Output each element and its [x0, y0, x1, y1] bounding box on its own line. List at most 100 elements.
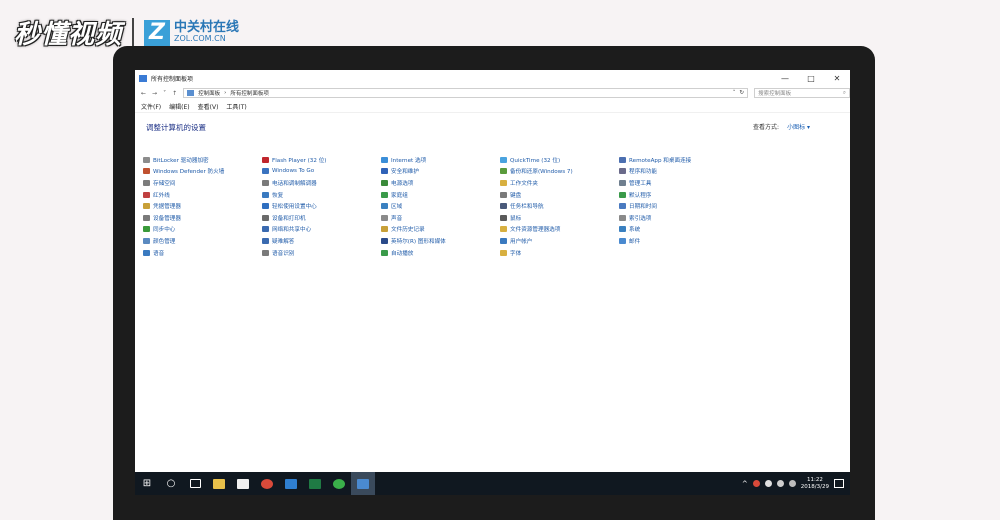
tray-overflow-icon[interactable]: ^: [742, 480, 748, 488]
edge-icon: [285, 478, 297, 489]
volume-icon[interactable]: [776, 480, 784, 487]
control-panel-item[interactable]: 红外线: [143, 189, 262, 201]
address-dropdown-icon[interactable]: ˅: [733, 90, 736, 96]
control-panel-item[interactable]: 设备管理器: [143, 212, 262, 224]
control-panel-item[interactable]: 程序和功能: [619, 166, 738, 178]
control-panel-item[interactable]: Windows Defender 防火墙: [143, 166, 262, 178]
control-panel-item[interactable]: 语音识别: [262, 247, 381, 259]
control-panel-item[interactable]: 备份和还原(Windows 7): [500, 166, 619, 178]
control-panel-item[interactable]: 自动播放: [381, 247, 500, 259]
menu-tools[interactable]: 工具(T): [226, 102, 246, 111]
breadcrumb-all-items[interactable]: 所有控制面板项: [230, 89, 269, 97]
control-panel-item[interactable]: 索引选项: [619, 212, 738, 224]
taskbar-app-edge[interactable]: [279, 472, 303, 495]
breadcrumb-control-panel[interactable]: 控制面板: [198, 89, 220, 97]
start-button[interactable]: ⊞: [135, 472, 159, 495]
control-panel-item[interactable]: 任务栏和导航: [500, 200, 619, 212]
control-panel-item[interactable]: 轻松使用设置中心: [262, 200, 381, 212]
item-label: 恢复: [272, 192, 284, 199]
control-panel-item[interactable]: 同步中心: [143, 224, 262, 236]
refresh-icon[interactable]: ↻: [739, 90, 744, 96]
item-icon: [500, 226, 507, 233]
navigation-bar: ← → ˅ ↑ 控制面板 › 所有控制面板项 ˅ ↻ 搜索控制面板 ⌕: [135, 86, 850, 100]
zol-logo: Z 中关村在线 ZOL.COM.CN: [144, 19, 240, 46]
up-button[interactable]: ↑: [172, 90, 177, 97]
zol-logo-en: ZOL.COM.CN: [174, 34, 226, 44]
item-label: 红外线: [153, 192, 170, 199]
control-panel-item[interactable]: 键盘: [500, 189, 619, 201]
forward-button[interactable]: →: [152, 90, 157, 97]
control-panel-item[interactable]: 颜色管理: [143, 235, 262, 247]
notification-icon[interactable]: [834, 479, 844, 488]
maximize-button[interactable]: □: [798, 74, 824, 83]
taskbar-app-file-explorer[interactable]: [207, 472, 231, 495]
control-panel-item[interactable]: 安全和维护: [381, 166, 500, 178]
control-panel-item[interactable]: QuickTime (32 位): [500, 154, 619, 166]
taskbar-app-task-view[interactable]: [183, 472, 207, 495]
item-icon: [262, 179, 269, 186]
minimize-button[interactable]: —: [772, 74, 798, 83]
control-panel-item[interactable]: Windows To Go: [262, 166, 381, 178]
control-panel-item[interactable]: 用户帐户: [500, 235, 619, 247]
back-button[interactable]: ←: [141, 90, 146, 97]
taskbar-app-excel[interactable]: [303, 472, 327, 495]
tray-app-icon[interactable]: [752, 480, 760, 487]
control-panel-item[interactable]: 疑难解答: [262, 235, 381, 247]
control-panel-item[interactable]: 系统: [619, 224, 738, 236]
zol-logo-cn: 中关村在线: [174, 20, 240, 36]
menu-bar: 文件(F) 编辑(E) 查看(V) 工具(T): [135, 100, 850, 113]
control-panel-item[interactable]: 字体: [500, 247, 619, 259]
clock[interactable]: 11:22 2018/3/29: [801, 477, 829, 491]
taskbar-app-control-panel[interactable]: [351, 472, 375, 495]
control-panel-item[interactable]: 凭据管理器: [143, 200, 262, 212]
menu-edit[interactable]: 编辑(E): [169, 102, 189, 111]
control-panel-item[interactable]: 恢复: [262, 189, 381, 201]
control-panel-item[interactable]: 声音: [381, 212, 500, 224]
control-panel-item[interactable]: 英特尔(R) 图形和媒体: [381, 235, 500, 247]
control-panel-item[interactable]: 工作文件夹: [500, 177, 619, 189]
control-panel-item[interactable]: 设备和打印机: [262, 212, 381, 224]
taskbar-app-sticky-notes[interactable]: [231, 472, 255, 495]
item-icon: [143, 226, 150, 233]
control-panel-item[interactable]: 区域: [381, 200, 500, 212]
zol-logo-icon: Z: [144, 19, 171, 46]
taskbar-app-wechat[interactable]: [327, 472, 351, 495]
view-by-dropdown[interactable]: 小图标 ▾: [787, 122, 810, 131]
control-panel-item[interactable]: BitLocker 驱动器加密: [143, 154, 262, 166]
item-icon: [143, 203, 150, 210]
control-panel-item[interactable]: 电源选项: [381, 177, 500, 189]
control-panel-item[interactable]: 文件历史记录: [381, 224, 500, 236]
control-panel-item[interactable]: 网络和共享中心: [262, 224, 381, 236]
control-panel-item[interactable]: RemoteApp 和桌面连接: [619, 154, 738, 166]
control-panel-item[interactable]: Flash Player (32 位): [262, 154, 381, 166]
control-panel-item[interactable]: 家庭组: [381, 189, 500, 201]
control-panel-item[interactable]: 管理工具: [619, 177, 738, 189]
input-method-icon[interactable]: [788, 480, 796, 487]
control-panel-item[interactable]: 语音: [143, 247, 262, 259]
menu-file[interactable]: 文件(F): [141, 102, 161, 111]
control-panel-item[interactable]: 邮件: [619, 235, 738, 247]
control-panel-item[interactable]: 电话和调制解调器: [262, 177, 381, 189]
control-panel-item[interactable]: Internet 选项: [381, 154, 500, 166]
item-icon: [619, 191, 626, 198]
control-panel-item[interactable]: 日期和时间: [619, 200, 738, 212]
address-bar[interactable]: 控制面板 › 所有控制面板项 ˅ ↻: [183, 88, 749, 98]
recent-locations-button[interactable]: ˅: [163, 90, 166, 97]
item-label: 默认程序: [629, 192, 652, 199]
search-input[interactable]: 搜索控制面板 ⌕: [754, 88, 850, 98]
item-label: 存储空间: [153, 180, 176, 187]
control-panel-item[interactable]: 存储空间: [143, 177, 262, 189]
menu-view[interactable]: 查看(V): [198, 102, 219, 111]
close-button[interactable]: ✕: [824, 74, 850, 83]
item-icon: [619, 156, 626, 163]
taskbar-app-chrome[interactable]: [255, 472, 279, 495]
watermark-brand: 秒懂视频: [14, 20, 123, 50]
control-panel-item[interactable]: 鼠标: [500, 212, 619, 224]
item-label: 字体: [510, 250, 522, 257]
cortana-search-icon[interactable]: ○: [159, 472, 183, 495]
item-label: 安全和维护: [391, 169, 419, 176]
control-panel-item[interactable]: 文件资源管理器选项: [500, 224, 619, 236]
page-title: 调整计算机的设置: [146, 123, 206, 132]
network-icon[interactable]: [764, 480, 772, 487]
control-panel-item[interactable]: 默认程序: [619, 189, 738, 201]
